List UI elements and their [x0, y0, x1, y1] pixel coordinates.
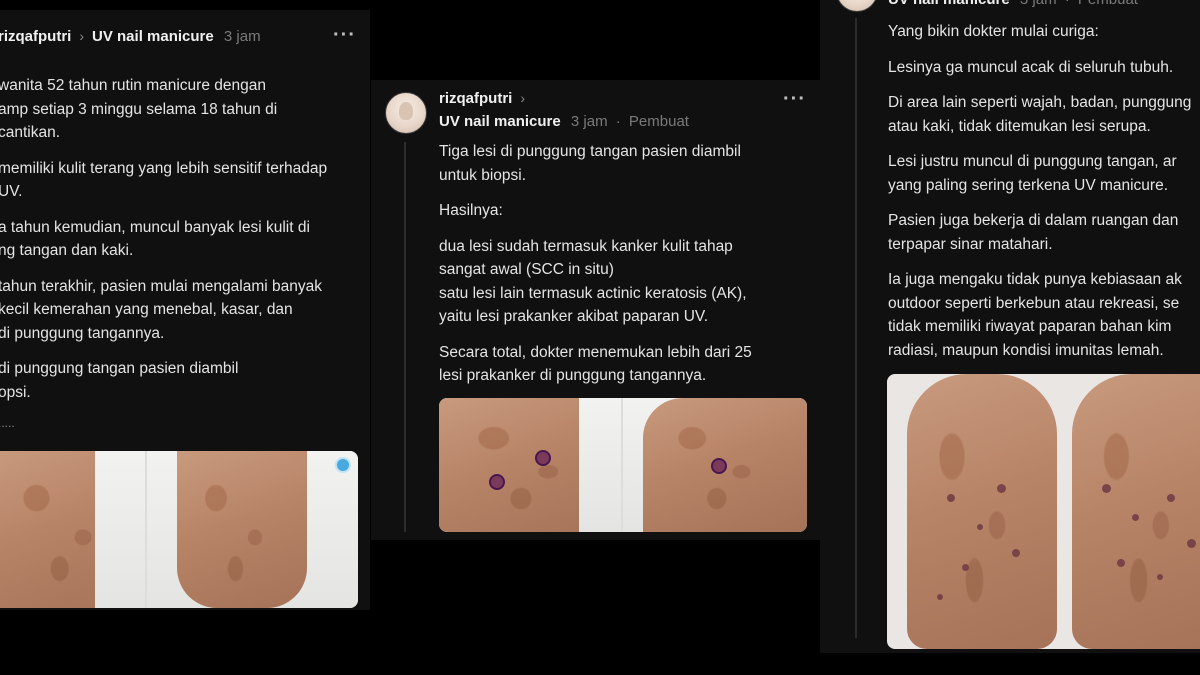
avatar[interactable]	[385, 92, 427, 134]
text-line: Lesi justru muncul di punggung tangan, a…	[888, 153, 1177, 170]
text-line: untuk biopsi.	[439, 166, 527, 184]
text-line: Di area lain seperti wajah, badan, pungg…	[888, 94, 1192, 111]
hand-photo[interactable]	[147, 451, 358, 608]
photo-gallery[interactable]	[439, 398, 807, 532]
topic-tag[interactable]: UV nail manicure	[439, 113, 561, 130]
thread-line	[855, 18, 857, 638]
text-line: wanita 52 tahun rutin manicure dengan	[0, 77, 266, 94]
post-body: Tiga lesi di punggung tangan pasien diam…	[439, 140, 809, 388]
post-header: rizqafputri ›	[439, 90, 533, 107]
chevron-right-icon: ›	[79, 28, 85, 44]
post-subheader: UV nail manicure 3 jam · Pembuat	[439, 113, 689, 130]
lesion-marker	[489, 474, 505, 490]
text-line: cantikan.	[0, 124, 61, 141]
text-line: dua lesi sudah termasuk kanker kulit tah…	[439, 237, 733, 255]
text-line: yaitu lesi prakanker akibat paparan UV.	[439, 308, 709, 325]
post-subheader: UV nail manicure 3 jam · Pembuat	[888, 0, 1138, 8]
selection-indicator-icon[interactable]	[335, 457, 351, 473]
post-time: 3 jam	[570, 113, 608, 130]
topic-tag[interactable]: UV nail manicure	[92, 28, 214, 45]
post-body: Yang bikin dokter mulai curiga: Lesinya …	[888, 20, 1200, 362]
text-line: UV.	[0, 183, 23, 200]
hand-photo[interactable]	[1072, 374, 1200, 649]
post-time: 3 jam	[223, 28, 261, 45]
topic-tag[interactable]: UV nail manicure	[888, 0, 1010, 8]
username[interactable]: rizqafputri	[439, 90, 512, 107]
lesion-marker	[711, 458, 727, 474]
hand-photo[interactable]	[907, 374, 1057, 649]
username[interactable]: rizqafputri	[0, 28, 71, 45]
text-line: kecil kemerahan yang menebal, kasar, dan	[0, 301, 293, 318]
post-body: wanita 52 tahun rutin manicure dengan am…	[0, 74, 368, 436]
text-line: memiliki kulit terang yang lebih sensiti…	[0, 159, 328, 177]
post-time: 3 jam	[1020, 0, 1057, 8]
text-line: di punggung tangan pasien diambil	[0, 360, 239, 377]
hand-photo[interactable]	[0, 451, 145, 608]
more-options-icon[interactable]: ···	[333, 24, 356, 47]
text-line: atau kaki, tidak ditemukan lesi serupa.	[888, 117, 1151, 135]
photo-gallery[interactable]	[887, 374, 1200, 649]
avatar[interactable]	[836, 0, 878, 12]
thread-line	[404, 142, 406, 532]
text-line: amp setiap 3 minggu selama 18 tahun di	[0, 100, 278, 118]
text-line: outdoor seperti berkebun atau rekreasi, …	[888, 294, 1180, 312]
ellipsis: .....	[0, 416, 15, 430]
photo-gallery[interactable]	[0, 451, 358, 608]
text-line: opsi.	[0, 383, 31, 401]
text-line: tidak memiliki riwayat paparan bahan kim	[888, 318, 1172, 335]
chevron-right-icon: ›	[520, 90, 526, 106]
text-line: satu lesi lain termasuk actinic keratosi…	[439, 284, 747, 302]
text-line: Pasien juga bekerja di dalam ruangan dan	[888, 212, 1179, 229]
text-line: Ia juga mengaku tidak punya kebiasaan ak	[888, 271, 1182, 288]
text-line: terpapar sinar matahari.	[888, 235, 1053, 253]
post-panel-left: rizqafputri › UV nail manicure 3 jam ··· w…	[0, 10, 370, 610]
text-line: a tahun kemudian, muncul banyak lesi kul…	[0, 218, 310, 236]
post-panel-right: UV nail manicure 3 jam · Pembuat Yang bi…	[820, 0, 1200, 653]
hand-photo[interactable]	[623, 398, 807, 532]
text-line: ng tangan dan kaki.	[0, 242, 134, 259]
lesion-marker	[535, 450, 551, 466]
text-line: Tiga lesi di punggung tangan pasien diam…	[439, 143, 741, 160]
author-badge: Pembuat	[1078, 0, 1138, 8]
text-line: di punggung tangannya.	[0, 324, 165, 342]
text-line: yang paling sering terkena UV manicure.	[888, 176, 1169, 194]
text-line: lesi prakanker di punggung tangannya.	[439, 367, 707, 384]
text-line: Yang bikin dokter mulai curiga:	[888, 23, 1099, 40]
text-line: sangat awal (SCC in situ)	[439, 261, 614, 278]
text-line: Secara total, dokter menemukan lebih dar…	[439, 343, 752, 361]
post-header: rizqafputri › UV nail manicure 3 jam	[0, 28, 261, 45]
post-panel-middle: rizqafputri › UV nail manicure 3 jam · Pe…	[371, 80, 821, 540]
author-badge: Pembuat	[628, 113, 689, 130]
text-line: radiasi, maupun kondisi imunitas lemah.	[888, 341, 1164, 359]
text-line: tahun terakhir, pasien mulai mengalami b…	[0, 277, 322, 295]
more-options-icon[interactable]: ···	[783, 88, 806, 111]
hand-photo[interactable]	[439, 398, 621, 532]
text-line: Hasilnya:	[439, 202, 503, 219]
text-line: Lesinya ga muncul acak di seluruh tubuh.	[888, 58, 1174, 76]
